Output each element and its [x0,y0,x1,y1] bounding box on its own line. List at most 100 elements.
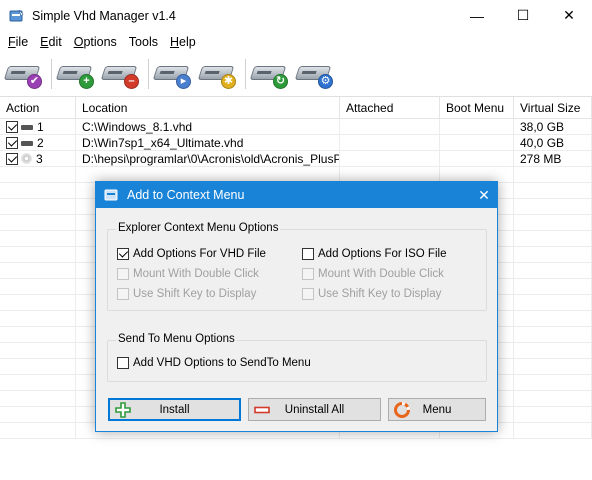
tools-vhd-badge-icon: ⚙ [318,74,333,89]
boot-menu-cell [440,119,514,135]
table-row[interactable]: 3 D:\hepsi\programlar\0\Acronis\old\Acron… [0,151,592,167]
column-header-location[interactable]: Location [76,97,340,119]
drive-icon [21,125,33,131]
app-icon [9,9,24,21]
select-all-badge-icon: ✔ [27,74,42,89]
location-cell: D:\hepsi\programlar\0\Acronis\old\Acroni… [76,151,340,167]
column-header-attached[interactable]: Attached [340,97,440,119]
iso-add-checkbox[interactable] [302,248,314,260]
attached-cell [340,151,440,167]
select-all-button[interactable]: ✔ [3,57,44,91]
list-header: Action Location Attached Boot Menu Virtu… [0,97,592,119]
dialog-close-button[interactable]: ✕ [471,182,497,208]
table-row[interactable]: 2 D:\Win7sp1_x64_Ultimate.vhd 40,0 GB [0,135,592,151]
vhd-mount-option[interactable]: Mount With Double Click [117,268,259,280]
action-cell[interactable]: 2 [0,135,76,151]
menu-edit[interactable]: Edit [34,35,68,49]
virtual-size-cell: 278 MB [514,151,592,167]
add-to-context-menu-dialog: Add to Context Menu ✕ Explorer Context M… [95,181,498,432]
column-header-virtual-size[interactable]: Virtual Size [514,97,592,119]
minimize-icon: — [470,7,484,24]
sendto-label: Add VHD Options to SendTo Menu [133,357,311,369]
settings-vhd-badge-icon: ✱ [221,74,236,89]
toolbar-separator [245,59,246,89]
menu-button[interactable]: Menu [388,398,486,421]
vhd-add-checkbox[interactable] [117,248,129,260]
menu-file[interactable]: File [2,35,34,49]
refresh-vhd-badge-icon: ↻ [273,74,288,89]
vhd-add-option[interactable]: Add Options For VHD File [117,248,266,260]
boot-menu-cell [440,151,514,167]
table-row[interactable]: 1 C:\Windows_8.1.vhd 38,0 GB [0,119,592,135]
mount-vhd-button[interactable]: ▸ [152,57,193,91]
menu-bar: File Edit Options Tools Help [0,31,592,52]
row-checkbox[interactable] [6,152,18,165]
tools-vhd-button[interactable]: ⚙ [294,57,335,91]
location-cell: D:\Win7sp1_x64_Ultimate.vhd [76,135,340,151]
remove-vhd-button[interactable]: – [100,57,141,91]
column-header-boot-menu[interactable]: Boot Menu [440,97,514,119]
explorer-options-label: Explorer Context Menu Options [116,222,281,234]
mount-vhd-badge-icon: ▸ [176,74,191,89]
iso-mount-label: Mount With Double Click [318,268,444,280]
location-cell: C:\Windows_8.1.vhd [76,119,340,135]
row-checkbox[interactable] [6,120,18,133]
menu-options[interactable]: Options [68,35,123,49]
sendto-option[interactable]: Add VHD Options to SendTo Menu [117,357,311,369]
iso-mount-option[interactable]: Mount With Double Click [302,268,444,280]
iso-shift-option[interactable]: Use Shift Key to Display [302,288,441,300]
action-cell[interactable]: 1 [0,119,76,135]
virtual-size-cell: 38,0 GB [514,119,592,135]
attached-cell [340,119,440,135]
minimize-button[interactable]: — [454,0,500,31]
window-title: Simple Vhd Manager v1.4 [32,8,176,23]
vhd-mount-label: Mount With Double Click [133,268,259,280]
sendto-options-label: Send To Menu Options [116,333,237,345]
drive-icon [21,141,33,147]
menu-help[interactable]: Help [164,35,202,49]
toolbar-separator [51,59,52,89]
vhd-mount-checkbox[interactable] [117,268,129,280]
menu-label: Menu [422,403,452,416]
close-icon: ✕ [478,186,490,203]
iso-shift-checkbox[interactable] [302,288,314,300]
dialog-title-bar[interactable]: Add to Context Menu ✕ [96,182,497,208]
refresh-vhd-button[interactable]: ↻ [249,57,290,91]
iso-mount-checkbox[interactable] [302,268,314,280]
remove-vhd-badge-icon: – [124,74,139,89]
dialog-title: Add to Context Menu [127,188,245,202]
attached-cell [340,135,440,151]
iso-add-option[interactable]: Add Options For ISO File [302,248,446,260]
row-number: 3 [36,152,43,166]
row-number: 2 [37,136,44,150]
add-vhd-button[interactable]: + [55,57,96,91]
virtual-size-cell: 40,0 GB [514,135,592,151]
settings-vhd-button[interactable]: ✱ [197,57,238,91]
maximize-button[interactable]: ☐ [500,0,546,31]
row-number: 1 [37,120,44,134]
menu-tools[interactable]: Tools [123,35,164,49]
row-checkbox[interactable] [6,136,18,149]
install-button[interactable]: Install [108,398,241,421]
iso-shift-label: Use Shift Key to Display [318,288,442,300]
close-button[interactable]: ✕ [546,0,592,31]
close-icon: ✕ [563,7,575,23]
maximize-icon: ☐ [516,7,530,23]
vhd-shift-option[interactable]: Use Shift Key to Display [117,288,256,300]
vhd-shift-checkbox[interactable] [117,288,129,300]
boot-menu-cell [440,135,514,151]
column-header-action[interactable]: Action [0,97,76,119]
vhd-shift-label: Use Shift Key to Display [133,288,257,300]
vhd-add-label: Add Options For VHD File [133,248,266,260]
action-cell[interactable]: 3 [0,151,76,167]
main-title-bar[interactable]: Simple Vhd Manager v1.4 — ☐ ✕ [0,0,592,31]
disc-icon [21,153,32,165]
dialog-app-icon [104,189,118,201]
iso-add-label: Add Options For ISO File [318,248,447,260]
uninstall-all-label: Uninstall All [284,403,345,416]
toolbar-separator [148,59,149,89]
uninstall-all-button[interactable]: Uninstall All [248,398,381,421]
install-label: Install [159,403,190,416]
sendto-checkbox[interactable] [117,357,129,369]
add-vhd-badge-icon: + [79,74,94,89]
